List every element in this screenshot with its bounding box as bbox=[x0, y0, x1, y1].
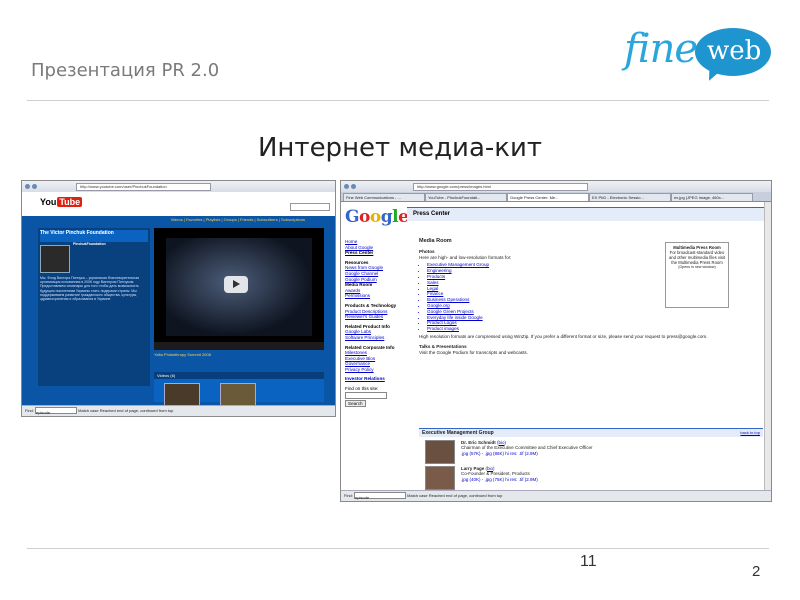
url-bar[interactable]: http://www.google.com/press/images.html bbox=[413, 183, 588, 191]
google-logo[interactable]: Google bbox=[345, 207, 409, 227]
find-bar: Find: episode Match case Reached end of … bbox=[341, 490, 771, 501]
page-number: 2 bbox=[752, 563, 761, 580]
videos-header: Videos (6) bbox=[154, 372, 324, 379]
play-icon[interactable] bbox=[224, 276, 248, 293]
channel-info-panel: The Victor Pinchuk Foundation PinchukFou… bbox=[38, 228, 150, 386]
person-photo bbox=[425, 466, 455, 490]
tab-active[interactable]: Google Press Center: Me... bbox=[507, 193, 589, 201]
nav-link[interactable]: Permissions bbox=[345, 293, 411, 299]
site-search-input[interactable] bbox=[345, 391, 387, 399]
match-case-checkbox[interactable]: Match case bbox=[407, 493, 427, 498]
nav-link[interactable]: Software Principles bbox=[345, 335, 411, 341]
footer-divider bbox=[27, 548, 769, 549]
channel-description: Мы, Фонд Виктора Пинчука – украинская бл… bbox=[40, 276, 140, 302]
nav-link[interactable]: Reviewer's Guides bbox=[345, 314, 411, 320]
find-bar: Find: episode Match case Reached end of … bbox=[22, 405, 335, 416]
find-input[interactable]: episode bbox=[354, 492, 407, 500]
tab[interactable]: Fine Web Communications - ... bbox=[343, 193, 425, 201]
nav-link[interactable]: Privacy Policy bbox=[345, 367, 411, 373]
bio-link[interactable]: bio bbox=[487, 466, 493, 471]
find-input[interactable]: episode bbox=[35, 407, 78, 415]
video-caption[interactable]: Yalta Philanthropy Summit 2008 bbox=[154, 352, 324, 370]
nav-press-center[interactable]: Press Center bbox=[345, 250, 411, 256]
logo-word-web: web bbox=[707, 36, 762, 66]
person-name: Larry Page bbox=[461, 466, 485, 471]
logo-word-fine: fine bbox=[624, 26, 698, 72]
tab[interactable]: EX PhD - Electronic Sessio... bbox=[589, 193, 671, 201]
channel-name: PinchukFoundation bbox=[73, 242, 106, 246]
browser-tabs: Fine Web Communications - ... YouTube - … bbox=[341, 192, 771, 202]
forward-icon[interactable] bbox=[351, 184, 356, 189]
google-press-page: Google Press Center Home About Google Pr… bbox=[341, 202, 771, 491]
press-center-bar: Press Center bbox=[407, 207, 771, 221]
fineweb-logo: fine web bbox=[624, 26, 774, 85]
scrollbar[interactable] bbox=[764, 202, 771, 491]
tab[interactable]: YouTube - PinchukFoundati... bbox=[425, 193, 507, 201]
person-photo bbox=[425, 440, 455, 464]
find-label: Find: bbox=[344, 493, 353, 498]
back-icon[interactable] bbox=[344, 184, 349, 189]
person-files[interactable]: .jpg (57K) - .jpg (86K) hi res: .tif (2.… bbox=[461, 451, 592, 456]
search-button[interactable]: Search bbox=[345, 399, 366, 408]
multimedia-press-box: Multimedia Press Room For broadcast-stan… bbox=[665, 242, 729, 308]
videos-section: Videos (6) bbox=[154, 372, 324, 407]
tab[interactable]: ex.jpg (JPEG Image, 460x... bbox=[671, 193, 753, 201]
back-to-top-link[interactable]: back to top bbox=[740, 429, 763, 437]
find-status: Reached end of page, continued from top bbox=[428, 493, 503, 498]
url-bar[interactable]: http://www.youtube.com/user/PinchukFound… bbox=[76, 183, 211, 191]
talks-text: Visit the Google Podium for transcripts … bbox=[419, 349, 528, 355]
person-name: Dr. Eric Schmidt bbox=[461, 440, 496, 445]
investor-relations-link[interactable]: Investor Relations bbox=[345, 376, 411, 382]
forward-icon[interactable] bbox=[32, 184, 37, 189]
youtube-screenshot: http://www.youtube.com/user/PinchukFound… bbox=[21, 180, 336, 417]
person-files[interactable]: .jpg (40K) - .jpg (75K) hi res: .tif (2.… bbox=[461, 477, 538, 482]
video-thumbnail[interactable] bbox=[220, 383, 256, 407]
find-on-site-label: Find on this site: bbox=[345, 386, 379, 392]
google-press-screenshot: http://www.google.com/press/images.html … bbox=[340, 180, 772, 502]
person-info: Larry Page (bio) Co-Founder & President,… bbox=[461, 466, 538, 482]
presentation-title: Презентация PR 2.0 bbox=[31, 60, 220, 81]
youtube-header: You Tube bbox=[22, 192, 335, 216]
exec-group-title: Executive Management Group bbox=[422, 430, 494, 436]
exec-group-header: Executive Management Group back to top bbox=[419, 428, 763, 437]
person-info: Dr. Eric Schmidt (bio) Chairman of the E… bbox=[461, 440, 593, 456]
resolution-note: High resolution formats are compressed u… bbox=[419, 333, 708, 339]
video-frame bbox=[166, 238, 312, 336]
search-input[interactable] bbox=[290, 203, 330, 211]
youtube-logo[interactable]: You Tube bbox=[40, 197, 83, 207]
video-thumbnail[interactable] bbox=[164, 383, 200, 407]
header-divider bbox=[27, 100, 769, 101]
channel-avatar bbox=[40, 245, 70, 273]
bio-link[interactable]: bio bbox=[499, 440, 505, 445]
photo-link[interactable]: Product images bbox=[427, 326, 739, 332]
match-case-checkbox[interactable]: Match case bbox=[78, 408, 98, 413]
find-status: Reached end of page, continued from top bbox=[99, 408, 174, 413]
player-controls[interactable] bbox=[154, 342, 324, 350]
footer-number: 11 bbox=[580, 553, 597, 570]
slide-title: Интернет медиа-кит bbox=[257, 133, 543, 163]
box-text[interactable]: For broadcast-standard video and other m… bbox=[668, 250, 726, 265]
video-player[interactable] bbox=[154, 228, 324, 350]
box-note: (Opens in new window) bbox=[678, 265, 716, 269]
channel-nav[interactable]: Videos | Favorites | Playlists | Groups … bbox=[22, 216, 335, 224]
find-label: Find: bbox=[25, 408, 34, 413]
left-nav: Home About Google Press Center Resources… bbox=[345, 239, 411, 408]
back-icon[interactable] bbox=[25, 184, 30, 189]
channel-title: The Victor Pinchuk Foundation bbox=[40, 230, 148, 242]
youtube-page: You Tube Videos | Favorites | Playlists |… bbox=[22, 192, 335, 407]
